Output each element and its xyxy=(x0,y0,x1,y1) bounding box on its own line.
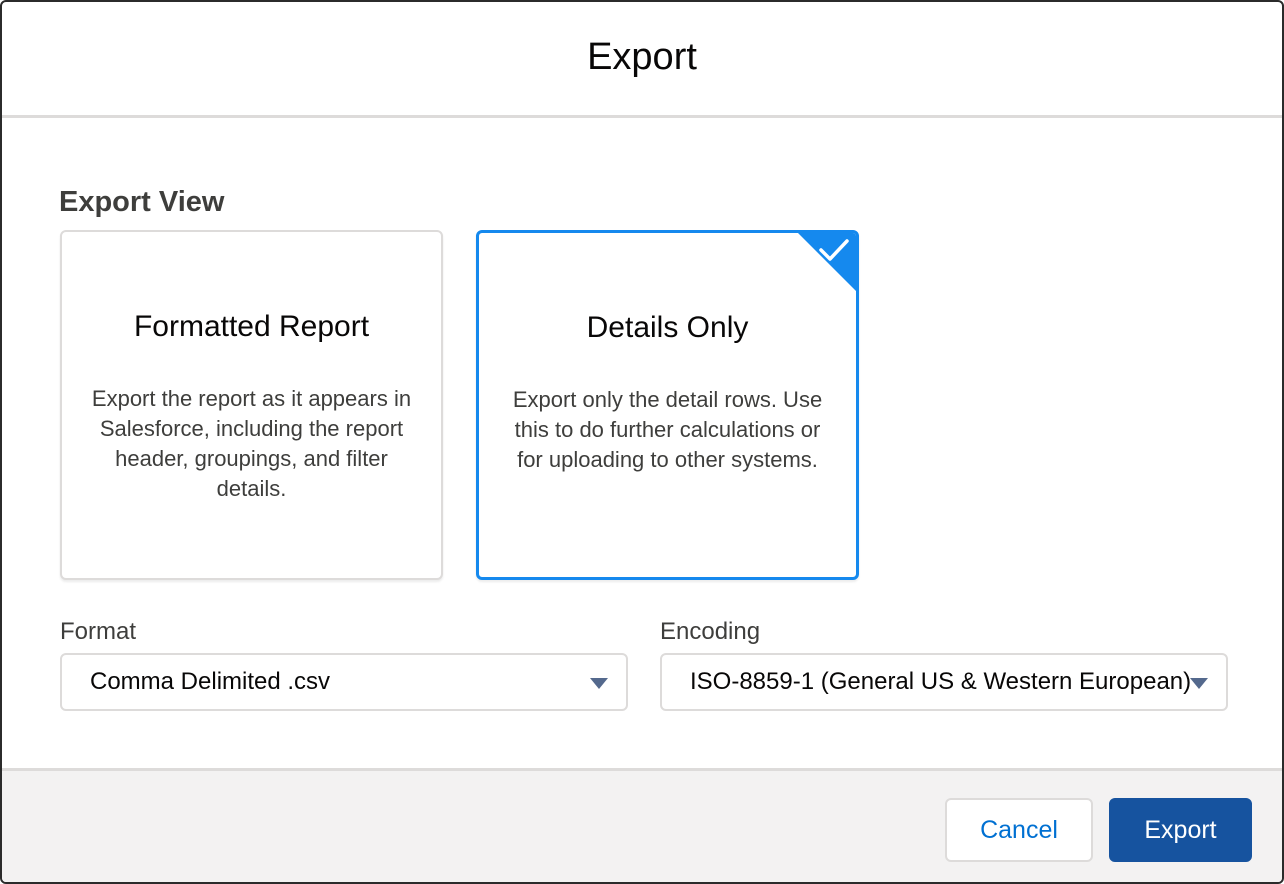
dialog-title: Export xyxy=(587,36,697,78)
format-label: Format xyxy=(60,618,137,645)
details-only-title: Details Only xyxy=(586,311,749,344)
dialog-footer: Cancel Export xyxy=(2,768,1282,882)
formatted-report-description: Export the report as it appears in Sales… xyxy=(91,386,412,501)
format-selected-value: Comma Delimited .csv xyxy=(90,668,331,695)
details-only-option[interactable]: Details Only Export only the detail rows… xyxy=(476,230,859,580)
formatted-report-title: Formatted Report xyxy=(133,310,370,343)
checkmark-icon xyxy=(819,239,849,261)
cancel-button[interactable]: Cancel xyxy=(945,798,1093,862)
export-view-heading: Export View xyxy=(59,186,225,218)
format-select[interactable]: Comma Delimited .csv xyxy=(60,653,628,711)
dialog-header: Export xyxy=(2,2,1282,118)
export-dialog: Export Export View Formatted Report Expo… xyxy=(0,0,1284,884)
encoding-label: Encoding xyxy=(660,618,761,645)
dropdown-arrow-icon xyxy=(590,678,608,689)
formatted-report-option[interactable]: Formatted Report Export the report as it… xyxy=(60,230,443,580)
dropdown-arrow-icon xyxy=(1190,678,1208,689)
encoding-select[interactable]: ISO-8859-1 (General US & Western Europea… xyxy=(660,653,1228,711)
encoding-selected-value: ISO-8859-1 (General US & Western Europea… xyxy=(690,668,1192,695)
details-only-description: Export only the detail rows. Use this to… xyxy=(512,387,823,472)
export-button[interactable]: Export xyxy=(1109,798,1252,862)
